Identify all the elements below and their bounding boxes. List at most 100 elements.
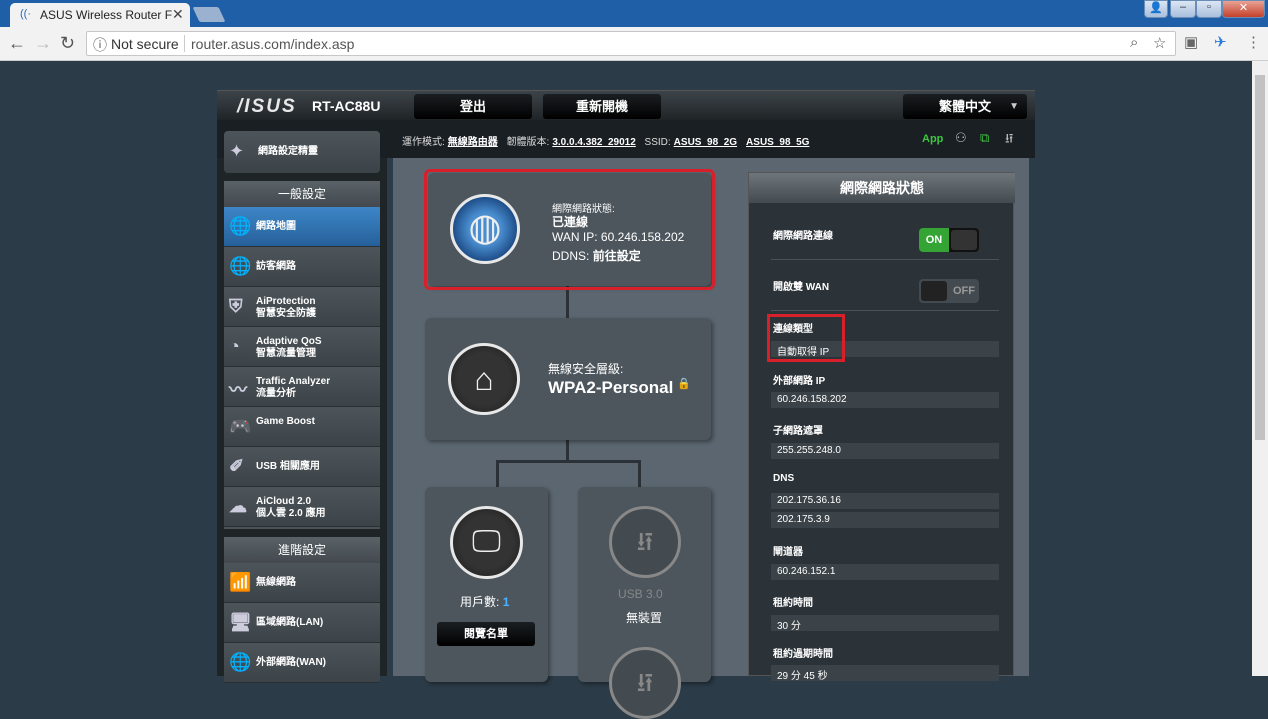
- network-status-icon[interactable]: ⧉: [980, 130, 989, 146]
- sidebar-item-aicloud[interactable]: ☁ AiCloud 2.0 個人雲 2.0 應用: [224, 487, 380, 527]
- language-select[interactable]: 繁體中文 ▼: [903, 94, 1027, 119]
- internet-connection-label: 網際網路連線: [773, 231, 833, 242]
- extension-bird-icon[interactable]: ✈: [1214, 33, 1227, 51]
- mode-label: 運作模式:: [402, 137, 445, 148]
- connector-line: [496, 460, 499, 488]
- clients-count: 1: [502, 595, 510, 609]
- sidebar-item-label: Adaptive QoS 智慧流量管理: [256, 336, 322, 360]
- users-icon[interactable]: ⚇: [955, 130, 967, 146]
- usb-icon[interactable]: ⭿: [1005, 130, 1013, 152]
- back-icon[interactable]: ←: [8, 33, 26, 54]
- browser-tab[interactable]: ((· ASUS Wireless Router F ✕: [10, 3, 190, 27]
- usb-card[interactable]: ⭿ USB 3.0 無裝置 ⭿: [578, 487, 711, 719]
- dual-wan-toggle[interactable]: OFF: [919, 279, 979, 303]
- label-line1: Adaptive QoS: [256, 336, 322, 347]
- sidebar-item-wan[interactable]: 🌐 外部網路(WAN): [224, 643, 380, 683]
- lease-remaining-label: 租約過期時間: [773, 649, 833, 660]
- sidebar-item-traffic-analyzer[interactable]: 〰 Traffic Analyzer 流量分析: [224, 367, 380, 407]
- divider: [771, 259, 999, 260]
- computer-icon[interactable]: 🖵: [450, 506, 523, 579]
- extension-icon[interactable]: ▣: [1184, 33, 1198, 51]
- highlight-box: [424, 169, 715, 290]
- internet-status-panel: 網際網路狀態 網際網路連線 ON 開啟雙 WAN OFF 連線類型 自動取得 I…: [748, 172, 1015, 682]
- sidebar-item-guest-network[interactable]: 🌐 訪客網路: [224, 247, 380, 287]
- menu-icon[interactable]: ⋮: [1246, 33, 1261, 51]
- security-label: Not secure: [111, 36, 179, 52]
- label-line2: 智慧安全防護: [256, 308, 316, 319]
- url-text[interactable]: router.asus.com/index.asp: [191, 36, 354, 52]
- label-line2: 個人雲 2.0 應用: [256, 508, 326, 519]
- connector-line: [638, 460, 641, 488]
- info-icon[interactable]: ⓘ: [93, 35, 107, 55]
- ssid-5g-link[interactable]: ASUS_98_5G: [746, 137, 809, 148]
- subnet-label: 子網路遮罩: [773, 426, 823, 437]
- connector-line: [566, 286, 569, 318]
- sidebar-item-lan[interactable]: 🖥 區域網路(LAN): [224, 603, 380, 643]
- scroll-thumb[interactable]: [1255, 75, 1265, 440]
- clients-card[interactable]: 🖵 用戶數: 1 閱覽名單: [425, 487, 548, 682]
- shield-icon: ⛨: [229, 296, 243, 316]
- sidebar-item-label: 區域網路(LAN): [256, 617, 324, 628]
- sidebar-item-game-boost[interactable]: 🎮 Game Boost: [224, 407, 380, 447]
- tab-title: ASUS Wireless Router F: [40, 8, 173, 22]
- sidebar-item-usb-applications[interactable]: ✐ USB 相關應用: [224, 447, 380, 487]
- sidebar-item-adaptive-qos[interactable]: ◔ Adaptive QoS 智慧流量管理: [224, 327, 380, 367]
- sidebar-item-label: USB 相關應用: [256, 461, 320, 472]
- sidebar-item-label: AiProtection 智慧安全防護: [256, 296, 316, 320]
- forward-icon[interactable]: →: [34, 33, 52, 54]
- clients-label: 用戶數:: [460, 595, 500, 609]
- router-icon[interactable]: ⌂: [448, 343, 520, 415]
- logout-button[interactable]: 登出: [414, 94, 532, 119]
- wan-ip-label: 外部網路 IP: [773, 376, 826, 387]
- ssid-label: SSID:: [644, 137, 671, 148]
- firmware-link[interactable]: 3.0.0.4.382_29012: [552, 137, 635, 148]
- scrollbar[interactable]: [1252, 61, 1268, 676]
- mode-link[interactable]: 無線路由器: [448, 137, 498, 148]
- quick-setup-label: 網路設定精靈: [258, 146, 318, 157]
- user-icon[interactable]: 👤: [1144, 0, 1168, 18]
- app-link[interactable]: App: [922, 133, 943, 145]
- lease-value: 30 分: [771, 615, 999, 632]
- sidebar-item-label: 外部網路(WAN): [256, 657, 326, 668]
- dual-wan-label: 開啟雙 WAN: [773, 282, 830, 293]
- divider: [771, 310, 999, 311]
- close-window-button[interactable]: ✕: [1222, 0, 1265, 18]
- address-bar[interactable]: ⓘ Not secure router.asus.com/index.asp ⌕…: [86, 31, 1176, 56]
- sidebar-item-wireless[interactable]: 📶 無線網路: [224, 563, 380, 603]
- sidebar-item-aiprotection[interactable]: ⛨ AiProtection 智慧安全防護: [224, 287, 380, 327]
- reboot-button[interactable]: 重新開機: [543, 94, 661, 119]
- label-line1: Traffic Analyzer: [256, 376, 331, 387]
- sidebar-item-label: Traffic Analyzer 流量分析: [256, 376, 330, 400]
- usb-port-icon[interactable]: ⭿: [609, 506, 681, 578]
- close-tab-icon[interactable]: ✕: [172, 6, 184, 23]
- router-header: /ISUS RT-AC88U 登出 重新開機 繁體中文 ▼: [217, 90, 1035, 120]
- new-tab-button[interactable]: [192, 7, 226, 22]
- bookmark-star-icon[interactable]: ☆: [1153, 34, 1166, 52]
- wizard-icon: ✦: [229, 141, 245, 161]
- pulse-icon: 〰: [229, 380, 247, 400]
- view-list-button[interactable]: 閱覽名單: [437, 622, 535, 646]
- guest-network-icon: 🌐: [229, 256, 252, 276]
- toggle-on-label: ON: [919, 228, 949, 252]
- dns-value-1: 202.175.36.16: [771, 493, 999, 509]
- sidebar-item-network-map[interactable]: 🌐 網路地圖: [224, 207, 380, 247]
- usb-label: USB 3.0: [618, 587, 663, 601]
- usb-port-2-icon[interactable]: ⭿: [609, 647, 681, 719]
- wan-ip-value: 60.246.158.202: [771, 392, 999, 408]
- zoom-icon[interactable]: ⌕: [1130, 34, 1138, 51]
- dns-value-2: 202.175.3.9: [771, 512, 999, 528]
- internet-connection-toggle[interactable]: ON: [919, 228, 979, 252]
- toggle-knob: [921, 281, 947, 301]
- model-name: RT-AC88U: [312, 98, 381, 114]
- globe-icon: 🌐: [229, 216, 252, 236]
- maximize-button[interactable]: ▫: [1196, 0, 1222, 18]
- minimize-button[interactable]: –: [1170, 0, 1196, 18]
- gamepad-icon: 🎮: [229, 416, 252, 436]
- label-line1: AiProtection: [256, 296, 316, 307]
- router-card[interactable]: ⌂ 無線安全層級: WPA2-Personal 🔒: [425, 318, 711, 440]
- quick-setup-button[interactable]: ✦ 網路設定精靈: [224, 131, 380, 173]
- general-settings-title: 一般設定: [224, 181, 380, 207]
- gateway-label: 閘道器: [773, 547, 803, 558]
- reload-icon[interactable]: ↻: [60, 33, 75, 54]
- ssid-2g-link[interactable]: ASUS_98_2G: [674, 137, 737, 148]
